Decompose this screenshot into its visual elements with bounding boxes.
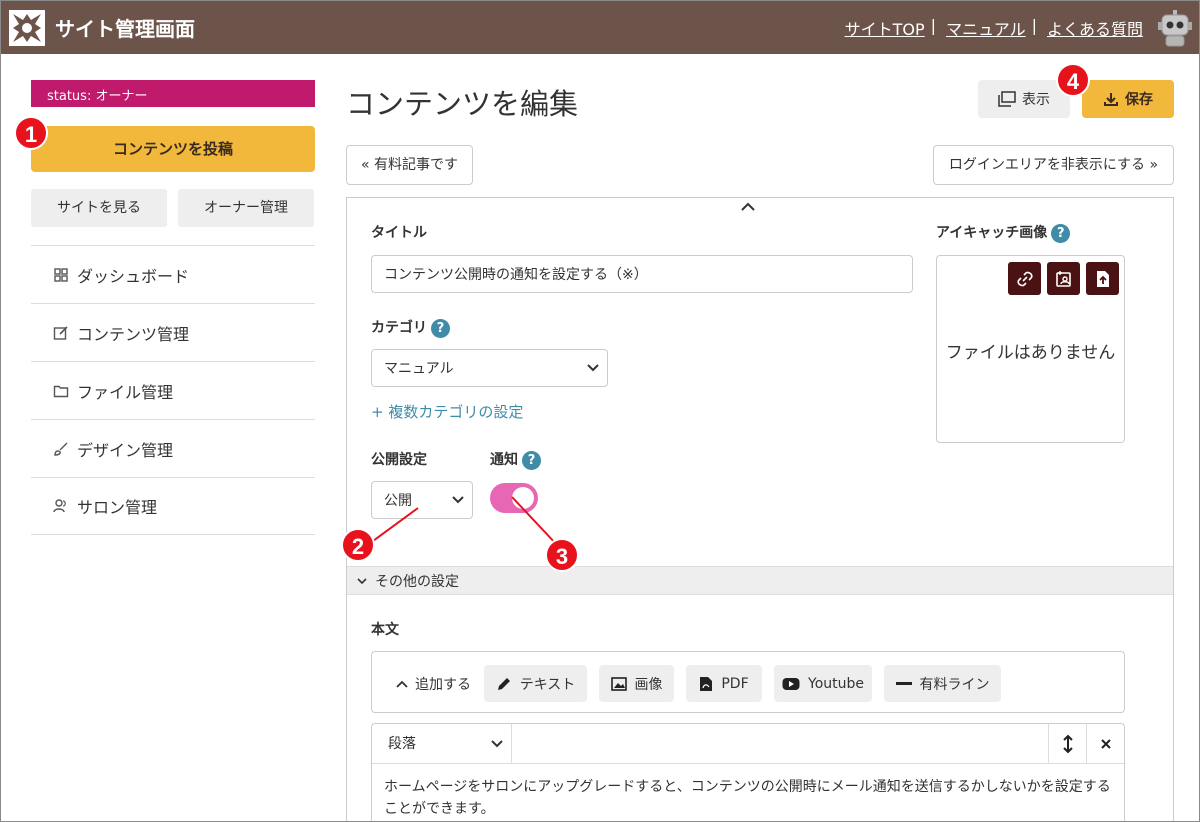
notify-label: 通知? <box>490 449 541 470</box>
image-library-icon[interactable] <box>1047 262 1080 295</box>
sidebar-item-label: デザイン管理 <box>77 440 174 460</box>
status-badge: status: オーナー <box>31 80 315 107</box>
move-handle-icon[interactable] <box>1048 724 1086 764</box>
sidebar-item-dashboard[interactable]: ダッシュボード <box>31 245 315 303</box>
title-input[interactable]: コンテンツ公開時の通知を設定する（※） <box>371 255 913 293</box>
category-select[interactable]: マニュアル <box>371 349 608 387</box>
add-youtube-button[interactable]: Youtube <box>774 665 872 702</box>
help-icon[interactable]: ? <box>522 450 541 470</box>
paragraph-style-selected: 段落 <box>388 736 416 752</box>
callout-marker: 4 <box>1056 63 1090 97</box>
header-links: サイトTOP | マニュアル | よくある質問 <box>845 16 1143 40</box>
chevron-down-icon <box>587 364 599 372</box>
publish-label: 公開設定 <box>371 452 427 468</box>
upload-file-icon[interactable] <box>1086 262 1119 295</box>
save-button[interactable]: 保存 <box>1082 80 1174 118</box>
eyecatch-label-text: アイキャッチ画像 <box>936 225 1048 241</box>
app-title: サイト管理画面 <box>55 17 195 41</box>
tool-label: Youtube <box>808 675 864 692</box>
callout-marker: 1 <box>14 116 48 150</box>
chevron-down-icon <box>357 577 367 584</box>
tool-label: PDF <box>721 675 749 692</box>
add-text-button[interactable]: テキスト <box>484 665 587 702</box>
other-settings-label: その他の設定 <box>375 573 459 590</box>
chevron-down-icon <box>452 496 464 504</box>
callout-marker: 2 <box>341 528 375 562</box>
toggle-knob <box>512 487 534 509</box>
category-label: カテゴリ? <box>371 317 450 338</box>
tool-label: テキスト <box>519 676 576 693</box>
other-settings-toggle[interactable]: その他の設定 <box>347 566 1173 595</box>
tool-label: 有料ライン <box>919 676 990 693</box>
minus-icon <box>895 681 912 685</box>
link-icon[interactable] <box>1008 262 1041 295</box>
brush-icon <box>54 442 68 456</box>
tool-label: 画像 <box>634 676 663 693</box>
add-paid-line-button[interactable]: 有料ライン <box>884 665 1001 702</box>
owner-admin-button[interactable]: オーナー管理 <box>178 189 314 227</box>
grid-icon <box>54 267 68 282</box>
hide-login-area-button[interactable]: ログインエリアを非表示にする » <box>933 145 1174 185</box>
robot-avatar-icon[interactable] <box>1157 9 1193 47</box>
edit-icon <box>53 325 68 340</box>
pencil-icon <box>497 677 510 690</box>
help-icon[interactable]: ? <box>431 318 450 338</box>
sidebar-item-label: コンテンツ管理 <box>77 324 190 344</box>
title-label: タイトル <box>371 225 427 241</box>
view-label: 表示 <box>1022 92 1050 108</box>
sidebar-item-label: ダッシュボード <box>77 266 190 286</box>
chevron-up-icon <box>396 680 408 688</box>
body-text-editor[interactable]: ホームページをサロンにアップグレードすると、コンテンツの公開時にメール通知を送信… <box>384 776 1114 820</box>
sidebar-item-design[interactable]: デザイン管理 <box>31 419 315 477</box>
paid-article-button[interactable]: « 有料記事です <box>346 145 473 185</box>
top-header: サイト管理画面 サイトTOP | マニュアル | よくある質問 <box>1 1 1199 54</box>
help-icon[interactable]: ? <box>1051 223 1071 243</box>
post-content-button[interactable]: コンテンツを投稿 <box>31 126 315 172</box>
save-label: 保存 <box>1125 92 1153 108</box>
add-pdf-button[interactable]: PDF <box>686 665 762 702</box>
sidebar-item-label: ファイル管理 <box>77 382 174 402</box>
window-icon <box>998 91 1016 107</box>
site-logo-icon[interactable] <box>9 10 45 46</box>
notify-toggle[interactable] <box>490 483 538 513</box>
youtube-icon <box>782 677 800 690</box>
sidebar-item-files[interactable]: ファイル管理 <box>31 361 315 419</box>
notify-label-text: 通知 <box>490 452 518 468</box>
sidebar-item-label: サロン管理 <box>77 498 158 517</box>
download-icon <box>1104 93 1118 106</box>
multi-category-link[interactable]: + 複数カテゴリの設定 <box>371 401 523 422</box>
paragraph-block-header: 段落 <box>372 724 1124 764</box>
page-title: コンテンツを編集 <box>346 87 579 121</box>
add-image-button[interactable]: 画像 <box>599 665 674 702</box>
folder-icon <box>53 385 69 397</box>
add-toggle-label: 追加する <box>415 677 471 693</box>
callout-marker: 3 <box>545 538 579 572</box>
body-label: 本文 <box>371 622 399 638</box>
manual-link[interactable]: マニュアル <box>946 16 1026 40</box>
users-icon <box>53 499 66 513</box>
publish-selected: 公開 <box>384 493 412 509</box>
eyecatch-label: アイキャッチ画像? <box>936 222 1071 243</box>
site-top-link[interactable]: サイトTOP <box>845 16 925 40</box>
chevron-down-icon <box>491 740 503 748</box>
faq-link[interactable]: よくある質問 <box>1047 16 1143 40</box>
chevron-up-icon[interactable] <box>739 201 757 213</box>
link-separator: | <box>1031 16 1037 35</box>
pdf-file-icon <box>700 676 713 691</box>
category-label-text: カテゴリ <box>371 320 427 336</box>
sidebar-nav: ダッシュボード コンテンツ管理 ファイル管理 デザイン管理 サロン管理 <box>31 245 315 535</box>
image-icon <box>610 676 627 691</box>
category-selected: マニュアル <box>384 361 454 377</box>
close-icon[interactable] <box>1086 724 1124 764</box>
sidebar-item-contents[interactable]: コンテンツ管理 <box>31 303 315 361</box>
view-site-button[interactable]: サイトを見る <box>31 189 167 227</box>
publish-select[interactable]: 公開 <box>371 481 473 519</box>
sidebar-item-salon[interactable]: サロン管理 <box>31 477 315 535</box>
paragraph-style-select[interactable]: 段落 <box>372 724 512 764</box>
no-file-text: ファイルはありません <box>945 343 1116 363</box>
link-separator: | <box>930 16 937 35</box>
paragraph-block: 段落 ホームページをサロンにアップグレードすると、コンテンツの公開時にメール通知… <box>371 723 1125 821</box>
add-block-toggle[interactable]: 追加する <box>395 674 471 694</box>
